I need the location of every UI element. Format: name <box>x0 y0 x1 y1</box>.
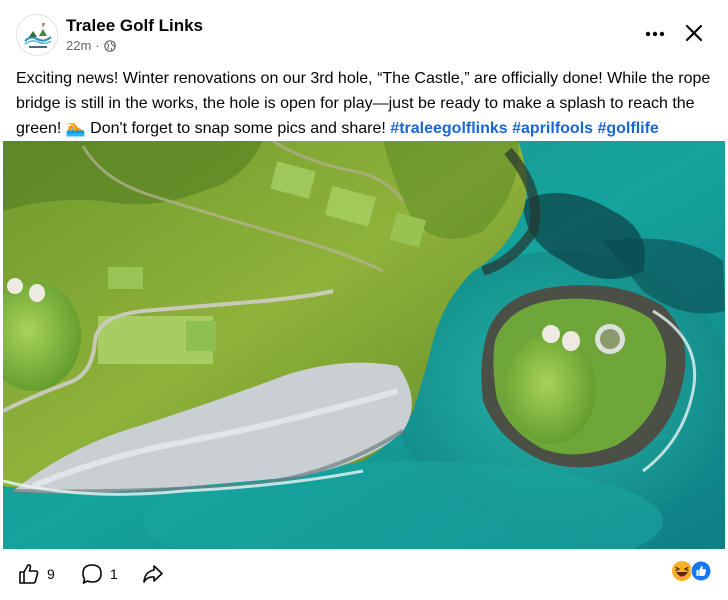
swimmer-emoji: 🏊 <box>65 120 86 137</box>
thumbs-up-icon <box>19 564 39 584</box>
haha-icon <box>672 561 692 581</box>
post-text: Exciting news! Winter renovations on our… <box>16 66 716 141</box>
post-text-tail: Don't forget to snap some pics and share… <box>85 120 391 137</box>
page-name[interactable]: Tralee Golf Links <box>66 16 203 36</box>
globe-icon <box>103 39 116 52</box>
tralee-logo-icon <box>17 15 57 55</box>
comment-button[interactable]: 1 <box>80 559 118 589</box>
page-avatar[interactable] <box>16 14 58 56</box>
post-card: Tralee Golf Links 22m · Exciting news! W… <box>0 0 728 600</box>
post-header: Tralee Golf Links 22m · <box>0 0 728 62</box>
meta-separator: · <box>95 38 100 53</box>
more-horizontal-icon <box>645 31 665 37</box>
hashtag-golflife[interactable]: #golflife <box>597 120 658 137</box>
aerial-golf-photo <box>3 141 725 549</box>
reaction-summary[interactable] <box>671 559 715 585</box>
share-button[interactable] <box>141 559 165 589</box>
like-count: 9 <box>47 566 55 582</box>
like-button[interactable]: 9 <box>17 559 55 589</box>
post-meta: 22m · <box>66 38 116 53</box>
comment-icon <box>82 564 102 584</box>
hashtag-aprilfools[interactable]: #aprilfools <box>512 120 593 137</box>
share-icon <box>143 565 163 583</box>
comment-count: 1 <box>110 566 118 582</box>
reaction-icons <box>672 560 712 582</box>
post-photo[interactable] <box>3 141 725 549</box>
post-actions-bar: 9 1 <box>0 551 728 600</box>
more-options-button[interactable] <box>640 20 670 48</box>
like-reaction-icon <box>690 560 712 582</box>
post-timestamp[interactable]: 22m <box>66 38 91 53</box>
hashtag-traleegolflinks[interactable]: #traleegolflinks <box>390 120 507 137</box>
close-icon <box>685 24 703 42</box>
close-button[interactable] <box>679 18 709 48</box>
